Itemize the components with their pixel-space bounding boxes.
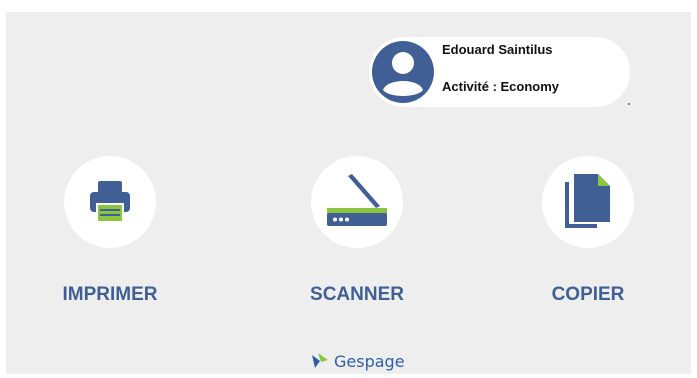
user-name: Edouard Saintilus: [442, 42, 553, 57]
brand-name: Gespage: [334, 351, 405, 371]
scan-tile[interactable]: SCANNER: [297, 156, 417, 306]
copy-label[interactable]: COPIER: [528, 284, 648, 306]
print-tile[interactable]: IMPRIMER: [50, 156, 170, 306]
gespage-logo-icon: [312, 353, 328, 368]
scanner-icon: [327, 174, 387, 226]
copy-button[interactable]: [542, 156, 634, 248]
copy-icon: [565, 174, 610, 228]
user-activity: Activité : Economy: [442, 79, 560, 94]
scan-button[interactable]: [311, 156, 403, 248]
avatar-icon: [372, 41, 434, 103]
printer-icon: [90, 181, 130, 223]
user-card: Edouard Saintilus Activité : Economy: [369, 37, 630, 107]
print-button[interactable]: [64, 156, 156, 248]
brand-logo: Gespage: [310, 350, 405, 372]
decorative-dot: [628, 103, 630, 105]
copy-tile[interactable]: COPIER: [528, 156, 648, 306]
scan-label[interactable]: SCANNER: [297, 284, 417, 306]
print-label[interactable]: IMPRIMER: [50, 284, 170, 306]
